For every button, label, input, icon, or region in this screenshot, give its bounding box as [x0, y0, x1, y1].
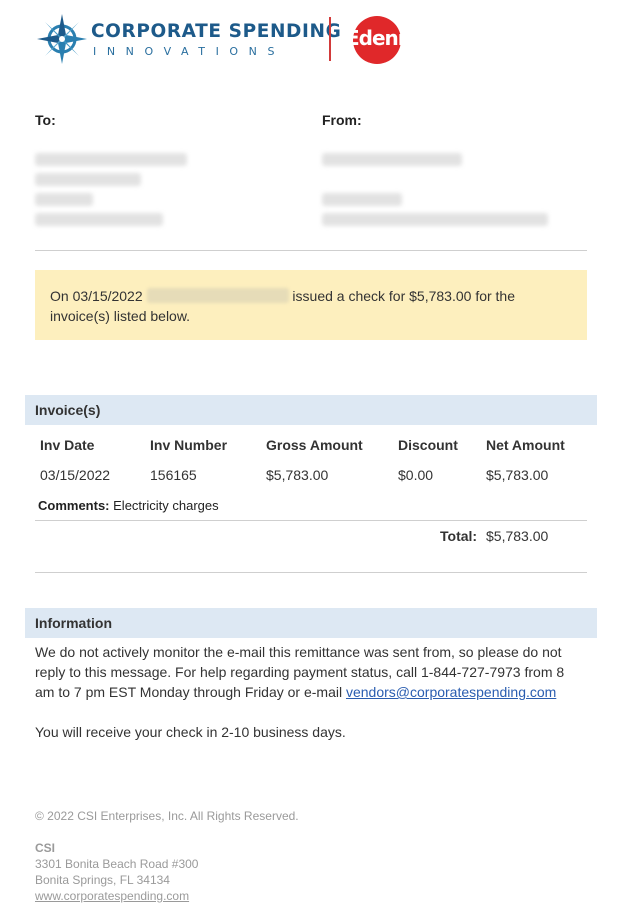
col-gross-amount: Gross Amount: [266, 437, 363, 453]
cell-discount: $0.00: [398, 467, 434, 483]
information-section-title: Information: [25, 608, 597, 638]
col-discount: Discount: [398, 437, 458, 453]
footer-address-line1: 3301 Bonita Beach Road #300: [35, 857, 199, 871]
divider: [35, 520, 587, 521]
from-label: From:: [322, 112, 362, 128]
delivery-notice: You will receive your check in 2-10 busi…: [35, 724, 346, 740]
invoices-section-title: Invoice(s): [25, 395, 597, 425]
col-inv-date: Inv Date: [40, 437, 95, 453]
to-label: To:: [35, 112, 56, 128]
email-header: CORPORATE SPENDING INNOVATIONS Edenred: [35, 12, 455, 68]
cell-inv-number: 156165: [150, 467, 197, 483]
compass-logo-icon: [37, 14, 87, 64]
footer-address-line2: Bonita Springs, FL 34134: [35, 873, 170, 887]
col-inv-number: Inv Number: [150, 437, 228, 453]
footer-address: CSI 3301 Bonita Beach Road #300 Bonita S…: [35, 840, 198, 904]
information-text: We do not actively monitor the e-mail th…: [35, 642, 580, 702]
payment-notice: On 03/15/2022 issued a check for $5,783.…: [35, 270, 587, 340]
cell-inv-date: 03/15/2022: [40, 467, 111, 483]
edenred-logo-text: Edenred: [346, 26, 434, 50]
total-label: Total:: [440, 528, 478, 544]
invoice-comments: Comments: Electricity charges: [38, 498, 219, 513]
comments-label: Comments:: [38, 498, 110, 513]
divider: [35, 572, 587, 573]
comments-value: Electricity charges: [113, 498, 219, 513]
edenred-logo: Edenred: [345, 16, 434, 64]
brand-name: CORPORATE SPENDING: [91, 21, 342, 42]
cell-net-amount: $5,783.00: [486, 467, 549, 483]
logo-divider: [329, 17, 331, 61]
brand-subtitle: INNOVATIONS: [93, 45, 286, 58]
notice-prefix: On 03/15/2022: [50, 288, 143, 304]
col-net-amount: Net Amount: [486, 437, 565, 453]
payer-name-redacted: [146, 288, 289, 303]
footer-company: CSI: [35, 841, 56, 855]
footer-copyright: © 2022 CSI Enterprises, Inc. All Rights …: [35, 809, 299, 823]
total-value: $5,783.00: [486, 528, 549, 544]
footer-website-link[interactable]: www.corporatespending.com: [35, 889, 189, 903]
cell-gross-amount: $5,783.00: [266, 467, 329, 483]
vendor-email-link[interactable]: vendors@corporatespending.com: [346, 684, 556, 700]
divider: [35, 250, 587, 251]
